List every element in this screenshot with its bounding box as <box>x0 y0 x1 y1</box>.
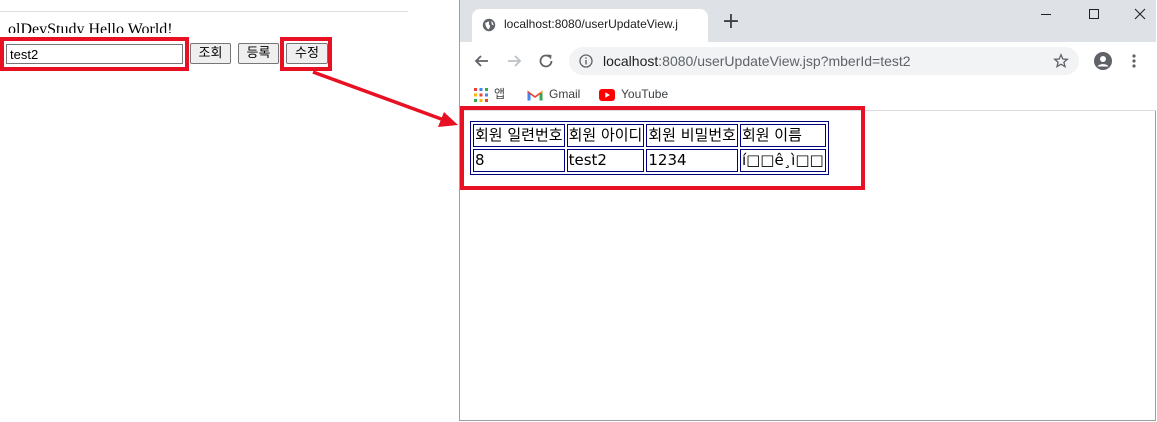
search-button[interactable]: 조회 <box>190 43 231 64</box>
address-url: localhost:8080/userUpdateView.jsp?mberId… <box>603 53 911 69</box>
browser-toolbar: localhost:8080/userUpdateView.jsp?mberId… <box>460 42 1156 80</box>
bookmark-label: Gmail <box>549 87 581 101</box>
back-arrow-icon[interactable] <box>472 51 492 71</box>
gmail-icon <box>527 90 543 101</box>
bookmark-label: 앱 <box>494 87 506 101</box>
maximize-icon[interactable] <box>1084 6 1104 22</box>
table-highlight-box <box>460 106 865 190</box>
address-host: localhost <box>603 53 659 69</box>
info-icon[interactable] <box>579 54 593 68</box>
youtube-icon <box>599 88 615 101</box>
page-title: olDevStudy Hello World! <box>8 21 173 33</box>
menu-dots-icon[interactable] <box>1124 51 1144 71</box>
tab-title: localhost:8080/userUpdateView.j <box>504 17 678 31</box>
edit-button-highlight-box <box>280 37 332 71</box>
apps-grid-icon <box>474 87 488 102</box>
address-bar[interactable]: localhost:8080/userUpdateView.jsp?mberId… <box>569 47 1079 75</box>
top-divider <box>0 11 408 12</box>
browser-titlebar: localhost:8080/userUpdateView.j + <box>460 0 1156 42</box>
bookmark-gmail[interactable]: Gmail <box>527 85 580 103</box>
forward-arrow-icon[interactable] <box>504 51 524 71</box>
bookmark-apps[interactable]: 앱 <box>474 85 505 103</box>
browser-tab[interactable]: localhost:8080/userUpdateView.j <box>472 9 708 42</box>
new-tab-button[interactable]: + <box>721 11 741 33</box>
bookmark-youtube[interactable]: YouTube <box>599 85 668 103</box>
address-path: :8080/userUpdateView.jsp?mberId=test2 <box>658 53 911 69</box>
close-icon[interactable] <box>1130 6 1150 22</box>
register-button[interactable]: 등록 <box>238 43 279 64</box>
input-highlight-box <box>0 37 189 71</box>
globe-icon <box>482 18 496 32</box>
reload-icon[interactable] <box>536 51 556 71</box>
browser-window: localhost:8080/userUpdateView.j + localh… <box>459 0 1156 421</box>
account-icon[interactable] <box>1093 51 1113 71</box>
bookmark-label: YouTube <box>621 87 669 101</box>
star-icon[interactable] <box>1053 53 1069 69</box>
minimize-icon[interactable] <box>1036 6 1056 22</box>
